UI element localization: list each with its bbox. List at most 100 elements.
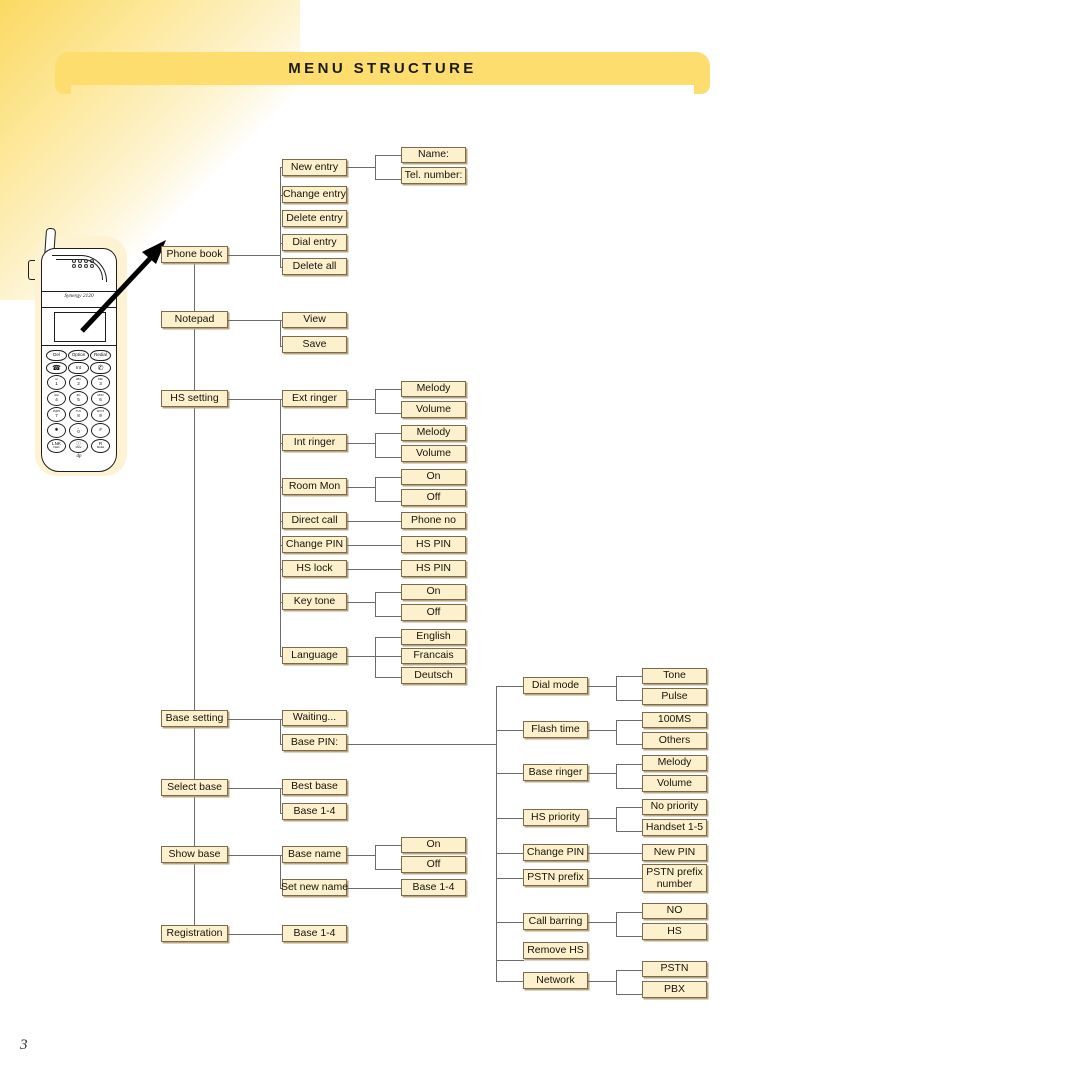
node-dial-entry[interactable]: Dial entry	[282, 234, 347, 251]
node-hs-change-pin[interactable]: Change PIN	[282, 536, 347, 553]
trunk-base-setting	[280, 719, 281, 744]
link-roommon-off	[375, 501, 402, 502]
link-tel-number	[375, 179, 402, 180]
node-select-base[interactable]: Select base	[161, 779, 228, 796]
node-base-ringer[interactable]: Base ringer	[523, 764, 588, 781]
node-registration[interactable]: Registration	[161, 925, 228, 942]
link-barring-hs	[616, 936, 643, 937]
link-base-volume	[616, 788, 643, 789]
node-pbx[interactable]: PBX	[642, 981, 707, 998]
node-hs-priority[interactable]: HS priority	[523, 809, 588, 826]
trunk-new-entry	[375, 155, 376, 179]
link-callbarring-trunk	[588, 922, 616, 923]
node-francais[interactable]: Francais	[401, 648, 466, 664]
node-base-pin[interactable]: Base PIN:	[282, 734, 347, 751]
link-int-melody	[375, 433, 402, 434]
trunk-notepad	[280, 320, 281, 346]
node-ext-melody[interactable]: Melody	[401, 381, 466, 397]
node-call-barring[interactable]: Call barring	[523, 913, 588, 930]
node-direct-call[interactable]: Direct call	[282, 512, 347, 529]
node-key-tone[interactable]: Key tone	[282, 593, 347, 610]
node-base-1-4-newname[interactable]: Base 1-4	[401, 879, 466, 896]
node-base-name[interactable]: Base name	[282, 846, 347, 863]
node-int-melody[interactable]: Melody	[401, 425, 466, 441]
node-ext-volume[interactable]: Volume	[401, 401, 466, 418]
node-delete-all[interactable]: Delete all	[282, 258, 347, 275]
node-tone[interactable]: Tone	[642, 668, 707, 684]
node-int-ringer[interactable]: Int ringer	[282, 434, 347, 451]
node-flash-time[interactable]: Flash time	[523, 721, 588, 738]
node-remove-hs[interactable]: Remove HS	[523, 942, 588, 959]
node-language[interactable]: Language	[282, 647, 347, 664]
node-100ms[interactable]: 100MS	[642, 712, 707, 728]
node-save[interactable]: Save	[282, 336, 347, 353]
menu-structure-diagram: Phone book New entry Change entry Delete…	[0, 0, 1080, 1072]
link-hslock-hspin	[347, 569, 401, 570]
node-new-pin[interactable]: New PIN	[642, 844, 707, 861]
link-pstn	[616, 970, 643, 971]
trunk-hs-setting	[280, 399, 281, 656]
node-pstn-prefix[interactable]: PSTN prefix	[523, 869, 588, 886]
node-base-setting[interactable]: Base setting	[161, 710, 228, 727]
link-pulse	[616, 700, 643, 701]
node-ext-ringer[interactable]: Ext ringer	[282, 390, 347, 407]
link-baseringer-trunk	[588, 773, 616, 774]
link-changepin-hspin	[347, 545, 401, 546]
link-basename-trunk	[347, 855, 375, 856]
node-dial-mode[interactable]: Dial mode	[523, 677, 588, 694]
link-selectbase-stub	[228, 788, 280, 789]
node-base-change-pin[interactable]: Change PIN	[523, 844, 588, 861]
node-phone-no[interactable]: Phone no	[401, 512, 466, 529]
node-hs-setting[interactable]: HS setting	[161, 390, 228, 407]
node-delete-entry[interactable]: Delete entry	[282, 210, 347, 227]
node-new-entry[interactable]: New entry	[282, 159, 347, 176]
link-keytone-off	[375, 616, 402, 617]
node-hs-pin-lock[interactable]: HS PIN	[401, 560, 466, 577]
node-roommon-on[interactable]: On	[401, 469, 466, 485]
node-hs-pin-change[interactable]: HS PIN	[401, 536, 466, 553]
node-basename-off[interactable]: Off	[401, 856, 466, 873]
node-notepad[interactable]: Notepad	[161, 311, 228, 328]
node-tel-number-field[interactable]: Tel. number:	[401, 167, 466, 184]
node-base-volume[interactable]: Volume	[642, 775, 707, 792]
link-setnewname-base14	[347, 888, 401, 889]
node-base-1-4-select[interactable]: Base 1-4	[282, 803, 347, 820]
node-english[interactable]: English	[401, 629, 466, 645]
node-handset-1-5[interactable]: Handset 1-5	[642, 819, 707, 836]
link-flashtime-trunk	[588, 730, 616, 731]
node-room-mon[interactable]: Room Mon	[282, 478, 347, 495]
node-keytone-on[interactable]: On	[401, 584, 466, 600]
node-int-volume[interactable]: Volume	[401, 445, 466, 462]
node-barring-hs[interactable]: HS	[642, 923, 707, 940]
node-best-base[interactable]: Best base	[282, 779, 347, 795]
node-view[interactable]: View	[282, 312, 347, 328]
node-pulse[interactable]: Pulse	[642, 688, 707, 705]
node-others[interactable]: Others	[642, 732, 707, 749]
node-base-1-4-registration[interactable]: Base 1-4	[282, 925, 347, 942]
node-keytone-off[interactable]: Off	[401, 604, 466, 621]
node-name-field[interactable]: Name:	[401, 147, 466, 163]
node-hs-lock[interactable]: HS lock	[282, 560, 347, 577]
link-base-change-pin	[496, 853, 524, 854]
node-basename-on[interactable]: On	[401, 837, 466, 853]
link-pstn-prefix	[496, 878, 524, 879]
node-base-melody[interactable]: Melody	[642, 755, 707, 771]
node-phone-book[interactable]: Phone book	[161, 246, 228, 263]
link-barring-no	[616, 912, 643, 913]
node-roommon-off[interactable]: Off	[401, 489, 466, 506]
link-network-trunk	[588, 981, 616, 982]
node-pstn-prefix-number[interactable]: PSTN prefix number	[642, 864, 707, 892]
node-pstn[interactable]: PSTN	[642, 961, 707, 977]
node-set-new-name[interactable]: Set new name	[281, 879, 348, 896]
link-hspriority-trunk	[588, 818, 616, 819]
node-waiting[interactable]: Waiting...	[282, 710, 347, 726]
node-change-entry[interactable]: Change entry	[282, 186, 347, 203]
node-deutsch[interactable]: Deutsch	[401, 667, 466, 684]
node-no-priority[interactable]: No priority	[642, 799, 707, 815]
node-show-base[interactable]: Show base	[161, 846, 228, 863]
link-no-priority	[616, 807, 643, 808]
node-barring-no[interactable]: NO	[642, 903, 707, 919]
link-basesetting-stub	[228, 719, 280, 720]
link-roommon-on	[375, 477, 402, 478]
node-network[interactable]: Network	[523, 972, 588, 989]
